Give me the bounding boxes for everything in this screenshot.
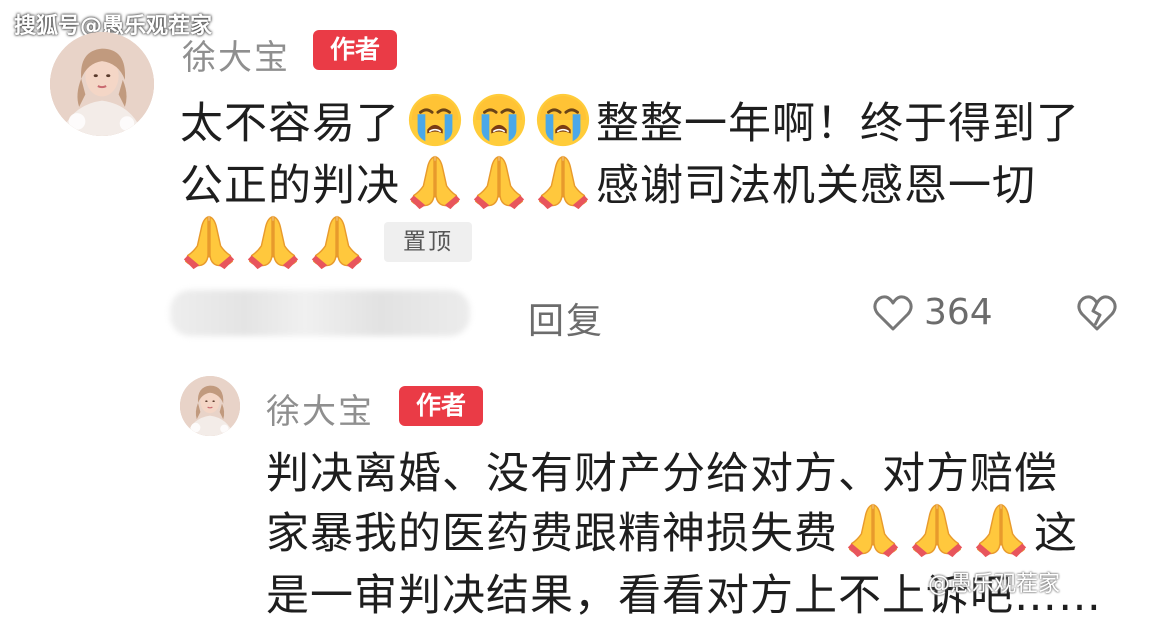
comment-line-1: 太不容易了 整整一年啊！终于得到了: [180, 90, 1080, 150]
comment-line-3: [180, 212, 366, 272]
folded-hands-icon: [244, 213, 302, 271]
pinned-badge: 置顶: [384, 222, 472, 262]
dislike-button[interactable]: [1076, 293, 1118, 337]
comment-text: 感谢司法机关感恩一切: [596, 161, 1036, 211]
reply-author-badge: 作者: [399, 386, 483, 426]
comment-username[interactable]: 徐大宝: [182, 30, 290, 79]
comment-text: 整整一年啊！终于得到了: [596, 99, 1080, 149]
reply-button[interactable]: 回复: [528, 292, 604, 344]
folded-hands-icon: [180, 213, 238, 271]
reply-text: 家暴我的医药费跟精神损失费: [266, 509, 838, 559]
like-count: 364: [924, 292, 993, 333]
folded-hands-icon: [972, 501, 1030, 559]
like-button[interactable]: 364: [872, 292, 993, 333]
comment-text: 公正的判决: [180, 161, 400, 211]
folded-hands-icon: [844, 501, 902, 559]
crying-face-icon: [534, 91, 592, 149]
avatar[interactable]: [50, 32, 154, 136]
reply-avatar[interactable]: [180, 376, 240, 436]
crying-face-icon: [406, 91, 464, 149]
reply-line-1: 判决离婚、没有财产分给对方、对方赔偿: [266, 440, 1058, 500]
folded-hands-icon: [908, 501, 966, 559]
comment-line-2: 公正的判决 感谢司法机关感恩一切: [180, 152, 1036, 212]
reply-line-2: 家暴我的医药费跟精神损失费 这: [266, 500, 1078, 560]
author-badge: 作者: [313, 30, 397, 70]
watermark-bottom: @愚乐观茬家: [928, 572, 1061, 597]
folded-hands-icon: [470, 153, 528, 211]
reply-text: 判决离婚、没有财产分给对方、对方赔偿: [266, 449, 1058, 499]
folded-hands-icon: [406, 153, 464, 211]
folded-hands-icon: [534, 153, 592, 211]
reply-text: 这: [1034, 509, 1078, 559]
comment-text: 太不容易了: [180, 99, 400, 149]
reply-username[interactable]: 徐大宝: [266, 384, 374, 433]
heart-outline-icon: [873, 294, 913, 330]
crying-face-icon: [470, 91, 528, 149]
broken-heart-outline-icon: [1077, 295, 1117, 331]
blurred-timestamp: [170, 290, 470, 336]
folded-hands-icon: [308, 213, 366, 271]
